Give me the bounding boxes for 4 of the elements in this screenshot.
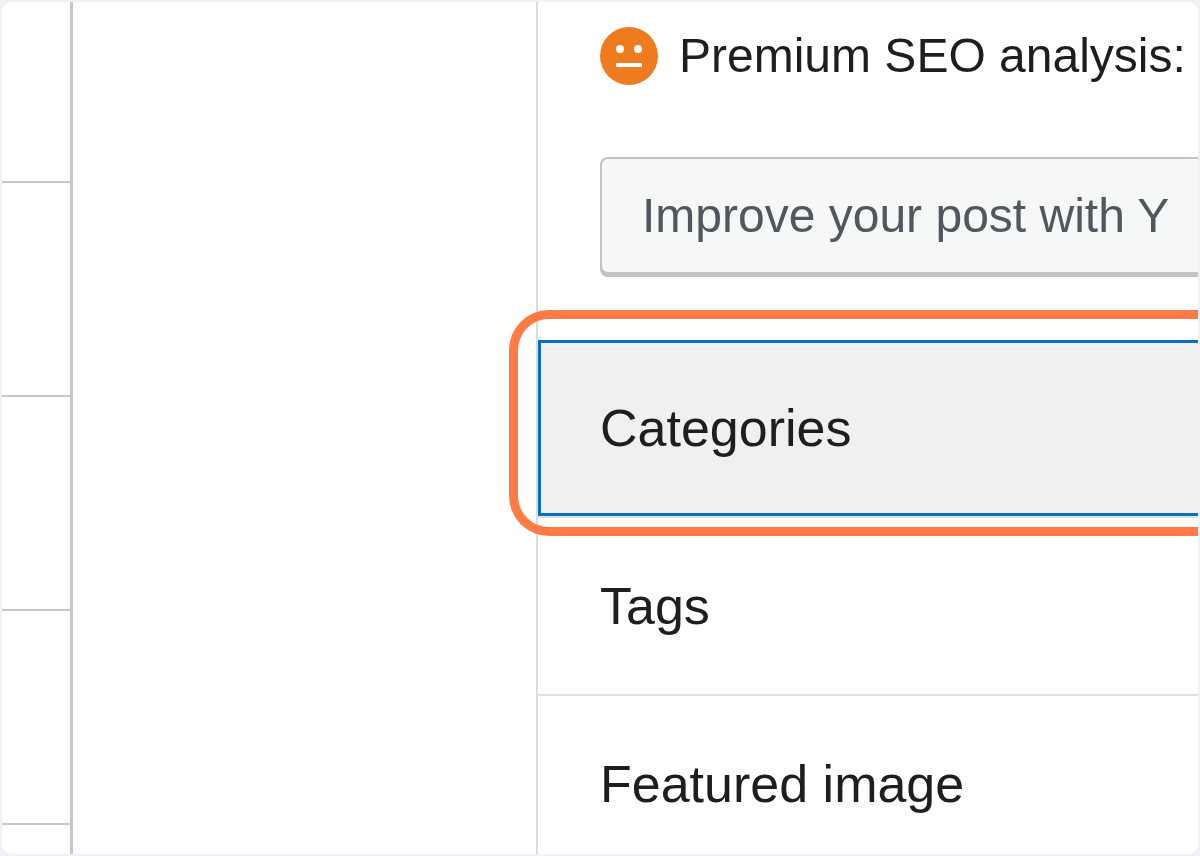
neutral-face-icon	[600, 27, 658, 85]
improve-post-button[interactable]: Improve your post with Y	[600, 157, 1198, 274]
seo-analysis-label: Premium SEO analysis:	[679, 32, 1186, 80]
panel-toggle[interactable]: Categories	[538, 340, 1198, 516]
